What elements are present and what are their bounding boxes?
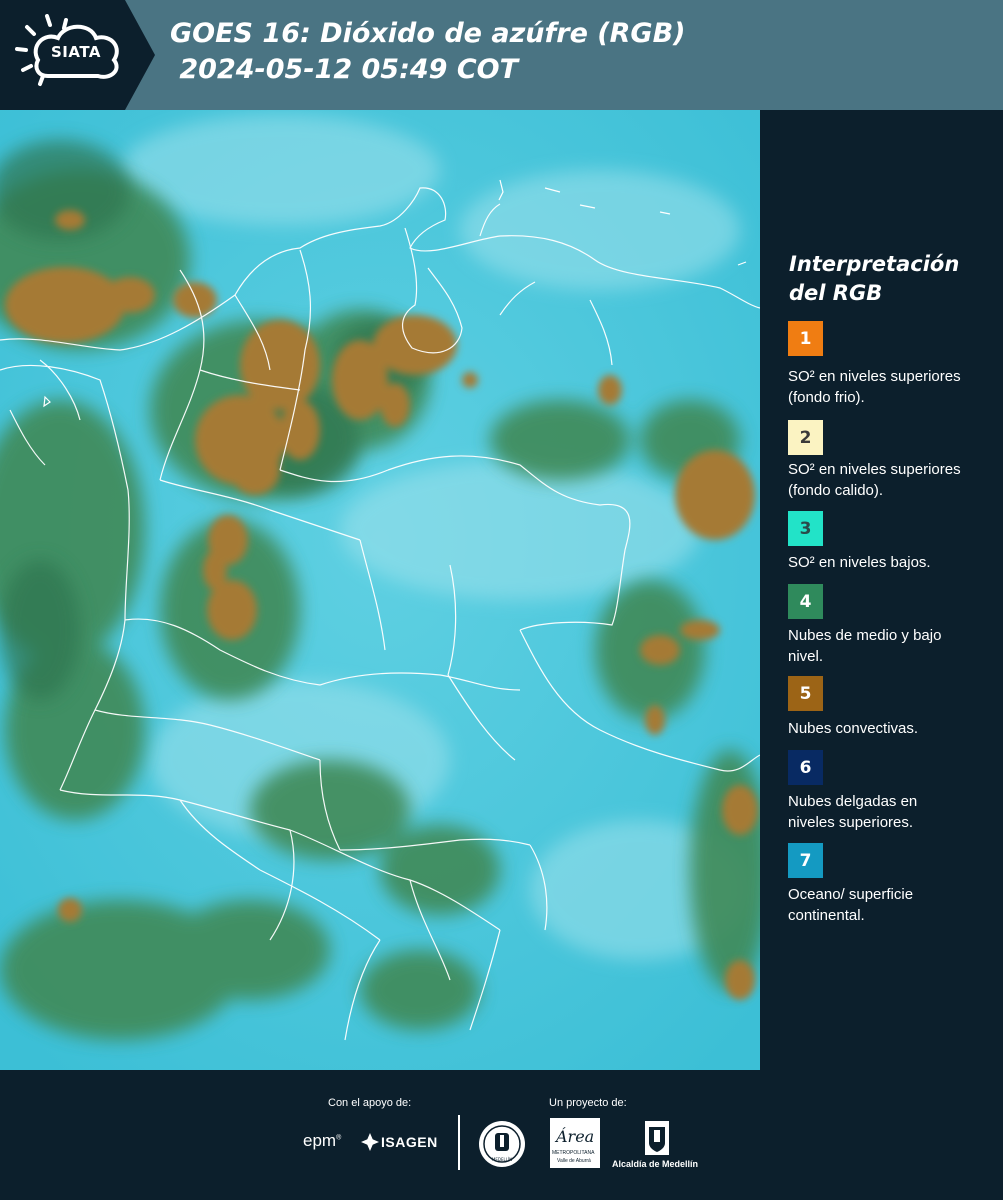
isagen-icon [361,1133,379,1151]
legend-title: Interpretación del RGB [789,252,960,305]
legend-label-2: SO² en niveles superiores (fondo calido)… [788,461,961,499]
epm-logo: epm® [303,1131,342,1150]
project-label: Un proyecto de: [549,1097,627,1109]
logo-label: SIATA [51,43,102,61]
area-sub-label-2: Valle de Aburrá [557,1158,591,1164]
legend-label-7: Oceano/ superficie continental. [788,886,914,924]
legend-label-1: SO² en niveles superiores (fondo frio). [788,368,961,406]
header-bar: SIATA GOES 16: Dióxido de azúfre (RGB) 2… [0,0,1003,110]
medellin-seal-icon: MEDELLÍN [479,1121,525,1167]
legend-number-3: 3 [799,518,812,539]
legend-label-6: Nubes delgadas en niveles superiores. [788,793,918,831]
seal-label: MEDELLÍN [492,1157,512,1162]
title-line-1: GOES 16: Dióxido de azúfre (RGB) [170,18,686,49]
legend-swatch-2: 2 [788,420,823,455]
isagen-logo: ISAGEN [381,1134,438,1150]
legend-number-6: 6 [799,757,812,778]
legend-number-1: 1 [799,328,812,349]
legend-swatch-7: 7 [788,843,823,878]
support-label: Con el apoyo de: [328,1097,412,1109]
alcaldia-emblem-icon [645,1121,669,1155]
satellite-image [0,110,760,1070]
legend-number-4: 4 [799,591,812,612]
alcaldia-label: Alcaldía de Medellín [612,1159,699,1169]
legend-number-7: 7 [799,850,812,871]
area-label: Área [556,1127,595,1146]
legend-label-3: SO² en niveles bajos. [788,554,931,571]
area-sub-label-1: METROPOLITANA [552,1150,595,1156]
legend-panel: Interpretación del RGB 1 SO² en niveles … [760,110,1003,1070]
legend-number-5: 5 [799,683,812,704]
legend-swatch-3: 3 [788,511,823,546]
legend-label-5: Nubes convectivas. [788,720,919,737]
legend-swatch-5: 5 [788,676,823,711]
footer: Con el apoyo de: Un proyecto de: epm® IS… [0,1070,1003,1200]
epm-label: epm [303,1131,337,1150]
footer-divider [458,1115,460,1170]
legend-swatch-1: 1 [788,321,823,356]
legend-swatch-6: 6 [788,750,823,785]
legend-label-4: Nubes de medio y bajo nivel. [788,627,942,665]
page-title: GOES 16: Dióxido de azúfre (RGB) 2024-05… [170,16,686,88]
legend-number-2: 2 [799,427,812,448]
title-line-2: 2024-05-12 05:49 COT [170,54,519,85]
area-metropolitana-logo: Área METROPOLITANA Valle de Aburrá [550,1118,600,1168]
legend-swatch-4: 4 [788,584,823,619]
satellite-map [0,110,760,1070]
